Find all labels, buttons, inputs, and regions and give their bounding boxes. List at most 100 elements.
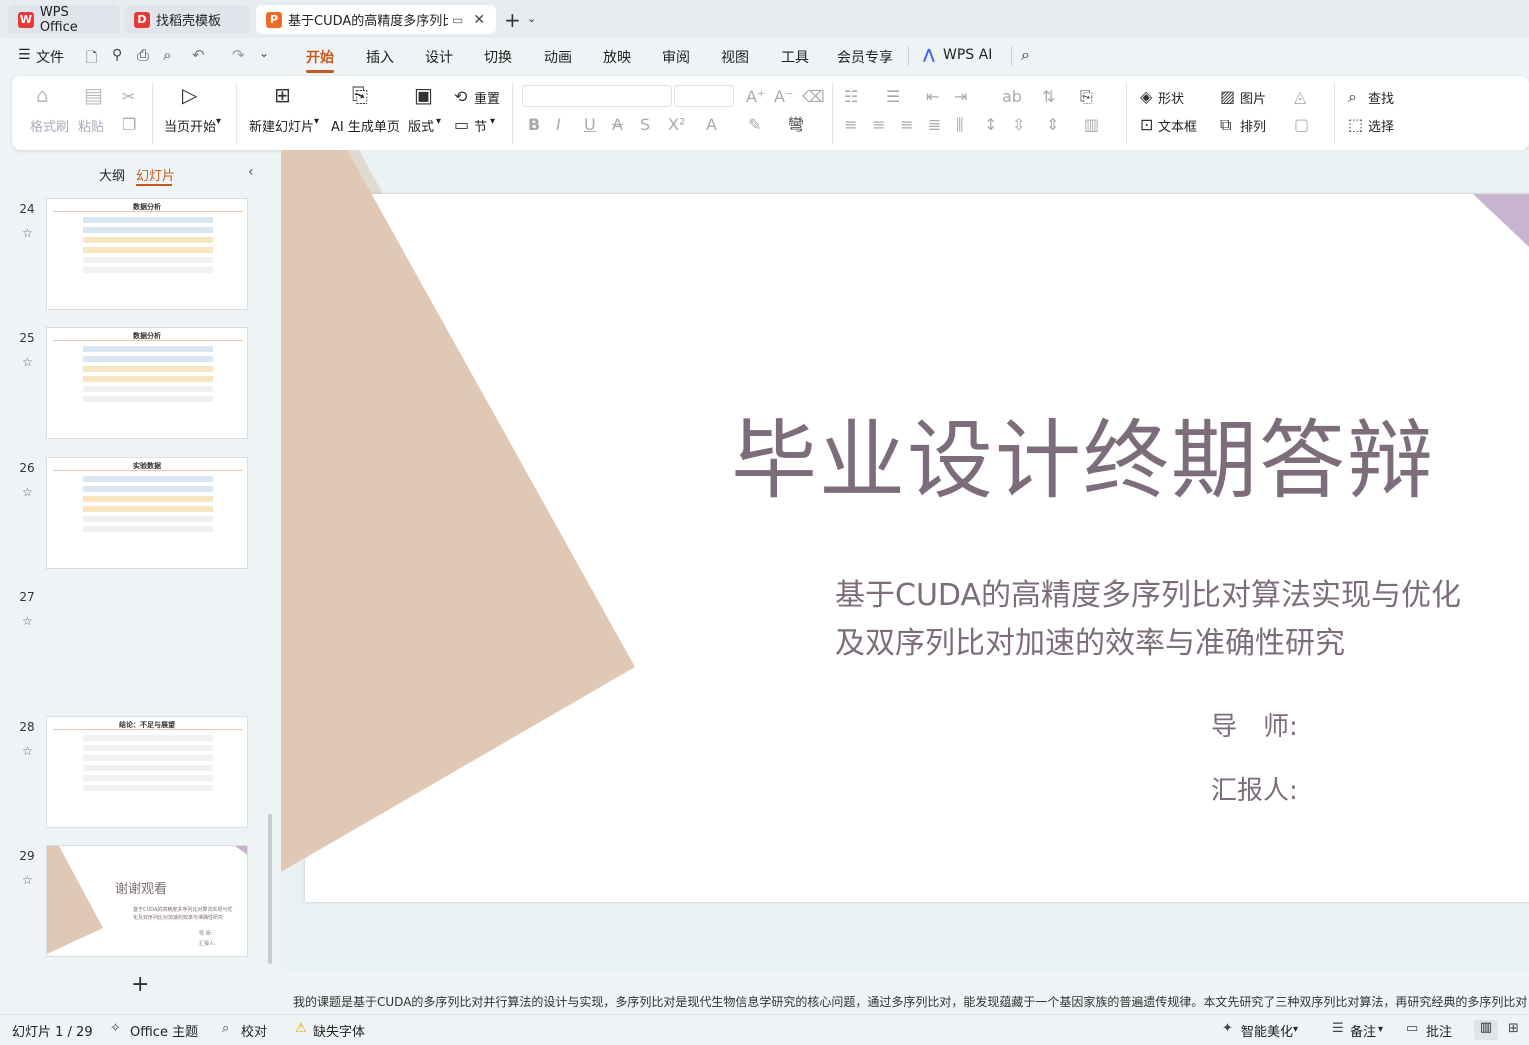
find-button[interactable]: 查找 [1368, 88, 1394, 107]
ai-single-page-button[interactable]: AI 生成单页 [331, 116, 400, 135]
tab-slides[interactable]: 幻灯片 [136, 165, 175, 184]
slide-title[interactable]: 毕业设计终期答辩 [731, 390, 1435, 515]
font-shrink-icon[interactable]: A⁻ [774, 88, 793, 106]
section-button[interactable]: 节 [474, 116, 487, 135]
tab-outline[interactable]: 大纲 [99, 165, 125, 184]
star-icon[interactable]: ☆ [22, 485, 33, 499]
menu-item[interactable]: 切换 [484, 47, 512, 67]
hamburger-icon[interactable]: ☰ [18, 47, 31, 63]
comment-button[interactable]: 批注 [1426, 1021, 1452, 1040]
font-family-select[interactable] [522, 85, 672, 107]
cut-icon[interactable]: ✂ [122, 88, 135, 106]
menu-file[interactable]: 文件 [36, 47, 64, 67]
redo-icon[interactable]: ↷ [232, 46, 245, 64]
slide-subtitle[interactable]: 基于CUDA的高精度多序列比对算法实现与优化 及双序列比对加速的效率与准确性研究 [835, 572, 1461, 668]
star-icon[interactable]: ☆ [22, 614, 33, 628]
bold-icon[interactable]: B [528, 116, 540, 134]
font-grow-icon[interactable]: A⁺ [746, 88, 765, 106]
notes-pane[interactable]: 我的课题是基于CUDA的多序列比对并行算法的设计与实现，多序列比对是现代生物信息… [281, 988, 1529, 1014]
shape-button[interactable]: 形状 [1158, 88, 1184, 107]
menu-item[interactable]: 会员专享 [837, 47, 893, 67]
slide-thumbnail[interactable]: 实验数据 [46, 457, 248, 569]
chevron-down-icon[interactable]: ⌄ [527, 12, 536, 25]
print-icon[interactable]: ⎙ [137, 46, 149, 64]
picture-button[interactable]: 图片 [1240, 88, 1266, 107]
mentor-label[interactable]: 导 师: [1211, 706, 1298, 743]
star-icon[interactable]: ☆ [22, 744, 33, 758]
proofread-button[interactable]: 校对 [241, 1021, 267, 1040]
menu-item[interactable]: 放映 [603, 47, 631, 67]
star-icon[interactable]: ☆ [22, 355, 33, 369]
star-icon[interactable]: ☆ [22, 873, 33, 887]
reset-button[interactable]: 重置 [474, 88, 500, 107]
collapse-icon[interactable]: ‹ [248, 164, 254, 180]
monitor-icon[interactable]: ▭ [452, 13, 463, 27]
menu-wps-ai[interactable]: WPS AI [943, 47, 992, 63]
fill-icon[interactable]: ◬ [1294, 88, 1306, 106]
indent-icon[interactable]: ⇥ [954, 88, 967, 106]
close-icon[interactable]: ✕ [473, 12, 485, 28]
arrange-button[interactable]: 排列 [1240, 116, 1266, 135]
format-brush-button[interactable]: 格式刷 [30, 116, 69, 135]
justify-icon[interactable]: ≣ [928, 116, 941, 134]
slide-thumbnail[interactable]: 数据分析 [46, 198, 248, 310]
copy-icon[interactable]: ❐ [122, 116, 136, 134]
slide-thumbnail[interactable]: 数据分析 [46, 327, 248, 439]
underline-icon[interactable]: U [584, 116, 596, 134]
strikethrough-icon[interactable]: A [612, 116, 623, 134]
font-color-icon[interactable]: A [706, 116, 717, 134]
align-center-icon[interactable]: ≡ [872, 116, 885, 134]
link-icon[interactable]: ⚲ [112, 47, 122, 63]
outline-icon[interactable]: ▢ [1294, 116, 1309, 134]
line-spacing-icon[interactable]: ↕ [984, 116, 997, 134]
clear-format-icon[interactable]: ⌫ [802, 88, 825, 106]
menu-item[interactable]: 开始 [306, 47, 334, 67]
bullet-list-icon[interactable]: ☷ [844, 88, 858, 106]
theme-button[interactable]: Office 主题 [130, 1021, 198, 1040]
star-icon[interactable]: ☆ [22, 226, 33, 240]
scroll-left-icon[interactable]: ◂ [289, 968, 294, 970]
chevron-down-icon[interactable]: ⌄ [259, 46, 269, 60]
normal-view-icon[interactable]: ▥ [1474, 1020, 1498, 1040]
italic-icon[interactable]: I [556, 116, 561, 134]
tab-wps-office[interactable]: W WPS Office [8, 5, 120, 35]
menu-item[interactable]: 插入 [366, 47, 394, 67]
para-spacing-icon[interactable]: ⇳ [1012, 116, 1025, 134]
tab-presentation[interactable]: P 基于CUDA的高精度多序列比 ▭ ✕ [256, 5, 496, 34]
beautify-button[interactable]: 智能美化 [1241, 1021, 1293, 1040]
distribute-icon[interactable]: ⫼ [956, 116, 963, 134]
new-tab-icon[interactable]: + [504, 8, 521, 32]
notes-button[interactable]: 备注 [1350, 1021, 1376, 1040]
menu-item[interactable]: 视图 [721, 47, 749, 67]
highlight-icon[interactable]: ✎ [748, 116, 761, 134]
reporter-label[interactable]: 汇报人: [1211, 770, 1298, 807]
slide-thumbnail[interactable]: 结论：不足与展望 [46, 716, 248, 828]
spacing-more-icon[interactable]: ⇕ [1046, 116, 1059, 134]
print-preview-icon[interactable]: ⌕ [163, 46, 171, 64]
align-right-icon[interactable]: ≡ [900, 116, 913, 134]
add-slide-icon[interactable]: + [131, 972, 149, 997]
columns-icon[interactable]: ▥ [1084, 116, 1099, 134]
superscript-icon[interactable]: X² [668, 116, 685, 134]
save-icon[interactable]: 🗋 [86, 47, 97, 71]
play-from-current-button[interactable]: 当页开始 [164, 116, 216, 135]
text-direction-icon[interactable]: ab [1002, 88, 1022, 106]
menu-item[interactable]: 动画 [544, 47, 572, 67]
shadow-icon[interactable]: S [640, 116, 650, 134]
number-list-icon[interactable]: ☰ [886, 88, 900, 106]
search-icon[interactable]: ⌕ [1021, 45, 1030, 65]
menu-item[interactable]: 设计 [425, 47, 453, 67]
menu-item[interactable]: 工具 [781, 47, 809, 67]
scrollbar[interactable] [268, 814, 272, 964]
grid-view-icon[interactable]: ⊞ [1508, 1021, 1519, 1036]
tab-docer[interactable]: D 找稻壳模板 [124, 5, 250, 34]
layout-button[interactable]: 版式 [408, 116, 434, 135]
align-left-icon[interactable]: ≡ [844, 116, 857, 134]
sort-icon[interactable]: ⇅ [1042, 88, 1055, 106]
font-size-select[interactable] [674, 85, 734, 107]
select-button[interactable]: 选择 [1368, 116, 1394, 135]
slide-thumbnail[interactable]: 谢谢观看 基于CUDA的高精度多序列比对算法实现与优化及双序列比对加速的效率与准确… [46, 845, 248, 957]
missing-font-button[interactable]: 缺失字体 [313, 1021, 365, 1040]
new-slide-button[interactable]: 新建幻灯片 [249, 116, 314, 135]
undo-icon[interactable]: ↶ [192, 46, 205, 64]
